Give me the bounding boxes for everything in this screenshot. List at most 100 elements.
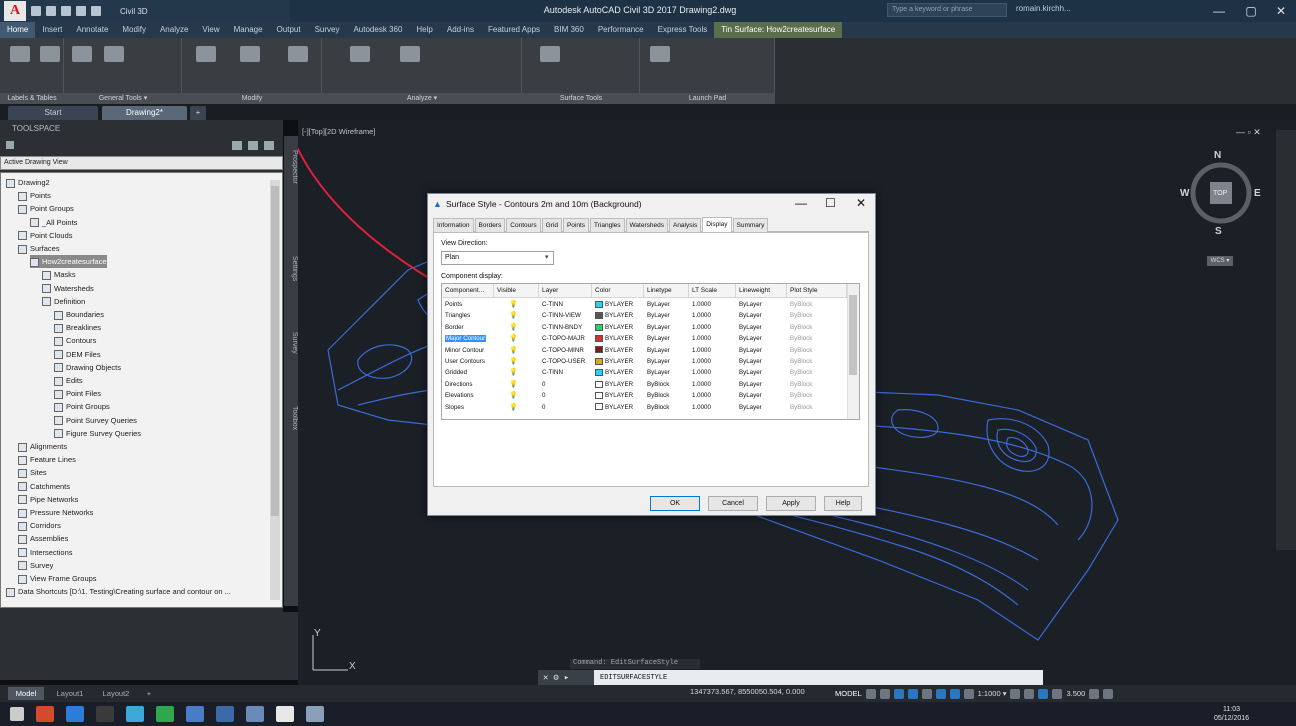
grid-cell-linetype[interactable]: ByBlock [647, 402, 689, 414]
ribbon-tab[interactable]: Manage [227, 22, 270, 38]
grid-cell-visible[interactable]: 💡 [497, 322, 539, 334]
tree-item[interactable]: Drawing Objects [54, 361, 121, 374]
grid-cell-plotstyle[interactable]: ByBlock [790, 390, 847, 402]
grid-cell-visible[interactable]: 💡 [497, 367, 539, 379]
grid-cell-ltscale[interactable]: 1.0000 [692, 310, 736, 322]
user-account[interactable]: romain.kirchh... [1016, 4, 1186, 18]
grid-cell-lineweight[interactable]: ByLayer [739, 356, 787, 368]
grid-cell-linetype[interactable]: ByLayer [647, 367, 689, 379]
tree-item[interactable]: Contours [54, 334, 96, 347]
bulb-on-icon[interactable]: 💡 [509, 347, 518, 354]
command-line[interactable]: ✕ ⚙ ▸ EDITSURFACESTYLE [538, 670, 1043, 686]
ribbon-tab[interactable]: Add-ins [440, 22, 481, 38]
ribbon-tab[interactable]: BIM 360 [547, 22, 591, 38]
grid-cell-lineweight[interactable]: ByLayer [739, 345, 787, 357]
app-icon[interactable] [96, 706, 114, 722]
tab-layout1[interactable]: Layout1 [50, 687, 90, 700]
grid-cell-ltscale[interactable]: 1.0000 [692, 299, 736, 311]
grid-cell-plotstyle[interactable]: ByBlock [790, 333, 847, 345]
dialog-tab[interactable]: Information [433, 218, 474, 232]
lineweight-icon[interactable] [949, 688, 960, 699]
tree-item[interactable]: Points [18, 189, 51, 202]
analyze-icon[interactable] [400, 46, 420, 62]
tree-item[interactable]: Watersheds [42, 282, 94, 295]
grid-cell-ltscale[interactable]: 1.0000 [692, 390, 736, 402]
tree-scroll-thumb[interactable] [271, 186, 279, 516]
tree-item[interactable]: Intersections [18, 546, 73, 559]
tree-item[interactable]: Point Groups [54, 400, 110, 413]
grid-cell-layer[interactable]: C-TOPO-USER [542, 356, 592, 368]
grid-cell-lineweight[interactable]: ByLayer [739, 322, 787, 334]
grid-cell-linetype[interactable]: ByLayer [647, 356, 689, 368]
recent-commands-icon[interactable]: ▸ [564, 673, 569, 683]
tree-item[interactable]: Feature Lines [18, 453, 76, 466]
grid-row[interactable]: Border 💡 C-TINN-BNDY BYLAYER ByLayer 1.0000 By… [442, 322, 847, 334]
grid-cell-visible[interactable]: 💡 [497, 390, 539, 402]
grid-cell-layer[interactable]: 0 [542, 379, 592, 391]
viewport-controls[interactable]: [-][Top][2D Wireframe] [302, 127, 375, 136]
grid-row[interactable]: Points 💡 C-TINN BYLAYER ByLayer 1.0000 ByLayer… [442, 299, 847, 311]
grid-cell-lineweight[interactable]: ByLayer [739, 367, 787, 379]
group-label[interactable]: General Tools ▾ [64, 93, 182, 104]
dialog-tab[interactable]: Points [562, 218, 590, 232]
save-icon[interactable] [61, 6, 71, 16]
ribbon-tab[interactable]: Help [409, 22, 439, 38]
app-icon[interactable] [156, 706, 174, 722]
viewcube-top-face[interactable]: TOP [1213, 190, 1227, 197]
ribbon-tab[interactable]: Output [270, 22, 308, 38]
grid-cell-color-name[interactable]: BYLAYER [595, 310, 644, 322]
grid-column-header[interactable]: LT Scale [689, 284, 736, 298]
grid-cell-layer[interactable]: C-TINN [542, 299, 592, 311]
launch-pad-icon[interactable] [650, 46, 670, 62]
polar-icon[interactable] [907, 688, 918, 699]
grid-cell-ltscale[interactable]: 1.0000 [692, 345, 736, 357]
grid-cell-layer[interactable]: 0 [542, 402, 592, 414]
object-snap-icon[interactable] [935, 688, 946, 699]
grid-cell-lineweight[interactable]: ByLayer [739, 310, 787, 322]
grid-cell-color-name[interactable]: BYLAYER [595, 402, 644, 414]
isolate-objects-icon[interactable] [1038, 688, 1049, 699]
grid-cell-linetype[interactable]: ByBlock [647, 379, 689, 391]
grid-cell-visible[interactable]: 💡 [497, 299, 539, 311]
tree-item[interactable]: Figure Survey Queries [54, 427, 141, 440]
customization-icon[interactable] [1103, 688, 1114, 699]
bulb-on-icon[interactable]: 💡 [509, 301, 518, 308]
workspace-selector[interactable]: Civil 3D [120, 7, 148, 16]
wcs-menu[interactable]: WCS ▾ [1207, 256, 1233, 266]
dialog-minimize-button[interactable]: — [795, 196, 807, 210]
grid-cell-plotstyle[interactable]: ByBlock [790, 356, 847, 368]
tree-item[interactable]: Point Survey Queries [54, 414, 137, 427]
grid-cell-lineweight[interactable]: ByLayer [739, 390, 787, 402]
app-icon[interactable] [66, 706, 84, 722]
grid-cell-plotstyle[interactable]: ByBlock [790, 402, 847, 414]
add-data-icon[interactable] [288, 46, 308, 62]
app-icon[interactable] [246, 706, 264, 722]
grid-cell-color-name[interactable]: BYLAYER [595, 322, 644, 334]
user-name[interactable]: romain.kirchh... [1016, 4, 1071, 13]
tree-item[interactable]: Data Shortcuts [D:\1. Testing\Creating s… [6, 585, 231, 598]
bulb-off-icon[interactable]: 💡 [509, 381, 518, 388]
grid-column-header[interactable]: Lineweight [736, 284, 787, 298]
tree-item[interactable]: Drawing2 [6, 176, 50, 189]
tree-item[interactable]: Masks [42, 268, 76, 281]
hardware-acceleration-icon[interactable] [1052, 688, 1063, 699]
tree-item[interactable]: Edits [54, 374, 83, 387]
ribbon-tab[interactable]: Tin Surface: How2createsurface [714, 22, 843, 38]
bulb-off-icon[interactable]: 💡 [509, 312, 518, 319]
grid-cell-color-name[interactable]: BYLAYER [595, 333, 644, 345]
group-label[interactable]: Analyze ▾ [322, 93, 522, 104]
new-tab-button[interactable]: + [190, 106, 206, 120]
grid-row[interactable]: Major Contour 💡 C-TOPO-MAJR BYLAYER ByLayer 1… [442, 333, 847, 345]
bulb-on-icon[interactable]: 💡 [509, 335, 518, 342]
ribbon-tab[interactable]: Home [0, 22, 36, 38]
ortho-icon[interactable] [893, 688, 904, 699]
clean-screen-icon[interactable] [1089, 688, 1100, 699]
tab-survey[interactable]: Survey [284, 332, 298, 354]
ribbon-tab[interactable]: Survey [308, 22, 347, 38]
compass-west[interactable]: W [1180, 188, 1189, 199]
autocad-taskbar-icon[interactable] [276, 706, 294, 722]
tree-item[interactable]: Alignments [18, 440, 67, 453]
grid-cell-plotstyle[interactable]: ByBlock [790, 345, 847, 357]
tree-item[interactable]: Sites [18, 466, 47, 479]
grid-row[interactable]: Triangles 💡 C-TINN-VIEW BYLAYER ByLayer 1.000… [442, 310, 847, 322]
